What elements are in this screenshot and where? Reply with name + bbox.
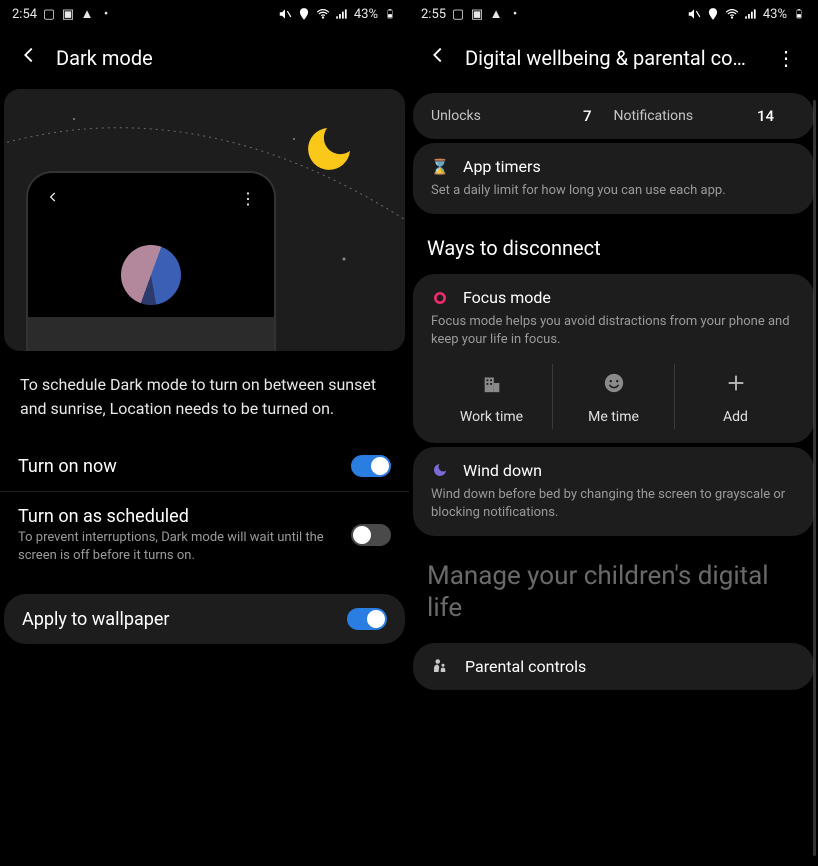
focus-work-button[interactable]: Work time — [431, 364, 552, 429]
mute-icon — [278, 7, 292, 21]
status-bar: 2:55 ▢ ▣ ▲ • 43% — [409, 0, 818, 28]
smile-icon — [603, 372, 625, 399]
drive-icon: ▲ — [80, 7, 94, 21]
signal-icon — [335, 7, 349, 21]
gallery-icon: ▢ — [42, 7, 56, 21]
wind-down-sub: Wind down before bed by changing the scr… — [431, 486, 796, 522]
unlocks-label: Unlocks — [431, 108, 481, 124]
page-title: Dark mode — [56, 46, 391, 70]
page-title: Digital wellbeing & parental con... — [465, 46, 756, 70]
family-icon — [431, 657, 449, 675]
app-timers-title: App timers — [463, 157, 541, 176]
turn-on-now-row[interactable]: Turn on now — [0, 441, 409, 491]
back-icon[interactable] — [18, 44, 40, 71]
turn-on-now-label: Turn on now — [18, 456, 339, 477]
header: Dark mode — [0, 28, 409, 89]
status-time: 2:54 — [12, 7, 37, 22]
preview-back-icon — [46, 189, 60, 208]
phone-preview: ⋮ — [26, 171, 276, 351]
moon-icon — [301, 121, 357, 177]
status-bar: 2:54 ▢ ▣ ▲ • 43% — [0, 0, 409, 28]
hourglass-icon: ⌛ — [431, 158, 449, 176]
dot-icon: • — [508, 7, 522, 21]
parental-controls-label: Parental controls — [465, 657, 586, 676]
moon-small-icon — [431, 461, 449, 479]
screenshot-icon: ▣ — [61, 7, 75, 21]
manage-section-title: Manage your children's digital life — [409, 540, 818, 639]
wifi-icon — [725, 7, 739, 21]
ways-section-title: Ways to disconnect — [409, 218, 818, 270]
wallpaper-label: Apply to wallpaper — [22, 609, 169, 630]
more-icon[interactable]: ⋮ — [772, 46, 800, 70]
focus-title: Focus mode — [463, 288, 551, 307]
drive-icon: ▲ — [489, 7, 503, 21]
mute-icon — [687, 7, 701, 21]
status-battery: 43% — [763, 7, 787, 22]
header: Digital wellbeing & parental con... ⋮ — [409, 28, 818, 89]
battery-icon — [792, 7, 806, 21]
wifi-icon — [316, 7, 330, 21]
status-time: 2:55 — [421, 7, 446, 22]
back-icon[interactable] — [427, 44, 449, 71]
unlocks-value: 7 — [583, 107, 592, 125]
preview-wallpaper — [121, 245, 181, 305]
app-timers-sub: Set a daily limit for how long you can u… — [431, 182, 796, 200]
plus-icon — [725, 372, 747, 399]
notifications-label: Notifications — [614, 108, 694, 124]
scroll-indicator — [813, 100, 816, 856]
focus-circle-icon — [431, 289, 449, 307]
focus-work-label: Work time — [460, 409, 523, 425]
dark-mode-hero: ⋮ — [4, 89, 405, 351]
location-icon — [706, 7, 720, 21]
focus-mode-card[interactable]: Focus mode Focus mode helps you avoid di… — [413, 274, 814, 442]
wellbeing-screen: 2:55 ▢ ▣ ▲ • 43% — [409, 0, 818, 866]
focus-me-button[interactable]: Me time — [552, 364, 674, 429]
turn-on-now-toggle[interactable] — [351, 455, 391, 477]
dot-icon: • — [99, 7, 113, 21]
battery-icon — [383, 7, 397, 21]
focus-add-button[interactable]: Add — [674, 364, 796, 429]
location-icon — [297, 7, 311, 21]
status-battery: 43% — [354, 7, 378, 22]
preview-more-icon: ⋮ — [240, 189, 256, 208]
stats-card[interactable]: Unlocks 7 Notifications 14 — [413, 93, 814, 139]
scheduled-toggle[interactable] — [351, 524, 391, 546]
focus-me-label: Me time — [588, 409, 639, 425]
building-icon — [481, 372, 503, 399]
wind-down-title: Wind down — [463, 461, 542, 480]
gallery-icon: ▢ — [451, 7, 465, 21]
scheduled-sub: To prevent interruptions, Dark mode will… — [18, 529, 339, 564]
parental-controls-card[interactable]: Parental controls — [413, 643, 814, 690]
app-timers-card[interactable]: ⌛ App timers Set a daily limit for how l… — [413, 143, 814, 214]
focus-add-label: Add — [723, 409, 748, 425]
notifications-value: 14 — [757, 107, 774, 125]
screenshot-icon: ▣ — [470, 7, 484, 21]
signal-icon — [744, 7, 758, 21]
wind-down-card[interactable]: Wind down Wind down before bed by changi… — [413, 447, 814, 536]
dark-mode-screen: 2:54 ▢ ▣ ▲ • 43% — [0, 0, 409, 866]
wallpaper-toggle[interactable] — [347, 608, 387, 630]
focus-sub: Focus mode helps you avoid distractions … — [431, 313, 796, 349]
wallpaper-row[interactable]: Apply to wallpaper — [4, 594, 405, 644]
schedule-info: To schedule Dark mode to turn on between… — [0, 351, 409, 441]
scheduled-label: Turn on as scheduled — [18, 506, 339, 527]
scheduled-row[interactable]: Turn on as scheduled To prevent interrup… — [0, 491, 409, 578]
